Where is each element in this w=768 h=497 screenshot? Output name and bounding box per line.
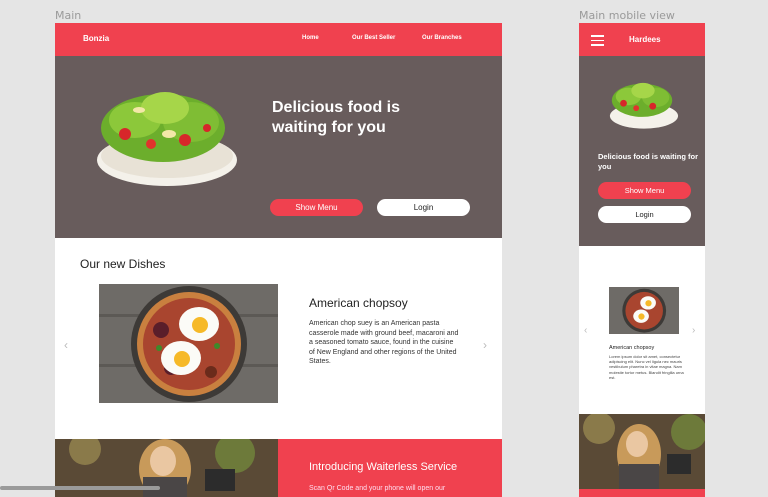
dish-image [99,284,278,403]
mobile-hero-section: Delicious food is waiting for you Show M… [579,56,705,246]
hero-title: Delicious food is waiting for you [272,99,401,136]
login-button[interactable]: Login [377,199,470,216]
mobile-frame-label: Main mobile view [579,9,675,22]
mobile-show-menu-button[interactable]: Show Menu [598,182,691,199]
brand-logo[interactable]: Bonzia [83,34,109,43]
salad-image [97,92,237,186]
desktop-frame: Bonzia Home Our Best Seller Our Branches… [55,23,502,497]
desktop-frame-label: Main [55,9,82,22]
mobile-dish-description: Lorem ipsum dolor sit amet, consectetur … [609,354,684,380]
mobile-navbar: Hardees [579,23,705,56]
chevron-left-icon[interactable]: ‹ [64,338,68,352]
mobile-login-button[interactable]: Login [598,206,691,223]
horizontal-scrollbar[interactable] [0,486,160,490]
mobile-chevron-right-icon[interactable]: › [692,325,695,336]
mobile-hero-title: Delicious food is waiting for you [598,152,699,171]
nav-branches-link[interactable]: Our Branches [422,35,462,41]
nav-best-seller-link[interactable]: Our Best Seller [352,35,395,41]
mobile-frame: Hardees Delicious food is waiting for yo… [579,23,705,497]
mobile-salad-image [609,82,679,129]
show-menu-button[interactable]: Show Menu [270,199,363,216]
section-title-new-dishes: Our new Dishes [80,257,166,271]
navbar: Bonzia Home Our Best Seller Our Branches [55,23,502,56]
hamburger-menu-icon[interactable] [591,35,604,49]
mobile-dish-title: American chopsoy [609,345,655,351]
mobile-promo-photo [579,414,705,497]
promo-title: Introducing Waiterless Service [309,461,458,473]
mobile-chevron-left-icon[interactable]: ‹ [584,325,587,336]
promo-text: Scan Qr Code and your phone will open ou… [309,485,446,492]
mobile-dish-image [609,287,679,334]
mobile-brand-logo[interactable]: Hardees [629,35,661,44]
hero-section: Delicious food is waiting for you Show M… [55,56,502,238]
chevron-right-icon[interactable]: › [483,338,487,352]
dish-description: American chop suey is an American pasta … [309,320,459,366]
nav-home-link[interactable]: Home [302,35,319,41]
mobile-promo-bar [579,489,705,497]
dish-title: American chopsoy [309,296,408,310]
